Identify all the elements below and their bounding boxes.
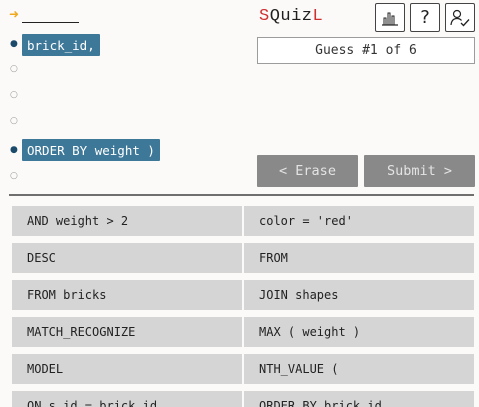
- token-tile[interactable]: ON s.id = brick_id: [12, 391, 242, 407]
- token-tile[interactable]: DESC: [12, 243, 242, 273]
- erase-button[interactable]: < Erase: [257, 155, 358, 187]
- arrow-right-icon: ➜: [9, 7, 20, 21]
- slot-bullet-filled: ●: [10, 145, 18, 155]
- token-tile[interactable]: MATCH_RECOGNIZE: [12, 317, 242, 347]
- token-tile[interactable]: color = 'red': [244, 206, 474, 236]
- answer-slot-chip[interactable]: brick_id,: [22, 34, 100, 56]
- answer-slot-chip[interactable]: ORDER BY weight ): [22, 139, 160, 161]
- help-icon: ?: [420, 7, 430, 28]
- help-button[interactable]: ?: [410, 3, 440, 32]
- slot-bullet-filled: ●: [10, 39, 18, 49]
- slot-bullet-empty: ○: [10, 171, 18, 181]
- token-tile[interactable]: NTH_VALUE (: [244, 354, 474, 384]
- user-check-icon: [450, 9, 470, 26]
- stats-button[interactable]: [375, 3, 405, 32]
- bar-chart-icon: [382, 12, 398, 26]
- token-tile-grid: AND weight > 2 color = 'red' DESC FROM F…: [12, 206, 474, 407]
- token-tile[interactable]: FROM: [244, 243, 474, 273]
- token-tile[interactable]: FROM bricks: [12, 280, 242, 310]
- account-button[interactable]: [445, 3, 475, 32]
- app-logo: SQuizL: [259, 7, 324, 26]
- submit-button[interactable]: Submit >: [364, 155, 475, 187]
- slot-bullet-empty: ○: [10, 116, 18, 126]
- slot-bullet-empty: ○: [10, 90, 18, 100]
- section-divider: [9, 194, 474, 196]
- token-tile[interactable]: JOIN shapes: [244, 280, 474, 310]
- token-tile[interactable]: MAX ( weight ): [244, 317, 474, 347]
- guess-counter: Guess #1 of 6: [257, 37, 475, 64]
- token-tile[interactable]: AND weight > 2: [12, 206, 242, 236]
- slot-bullet-empty: ○: [10, 64, 18, 74]
- current-blank-line: [22, 22, 79, 23]
- token-tile[interactable]: MODEL: [12, 354, 242, 384]
- token-tile[interactable]: ORDER BY brick_id: [244, 391, 474, 407]
